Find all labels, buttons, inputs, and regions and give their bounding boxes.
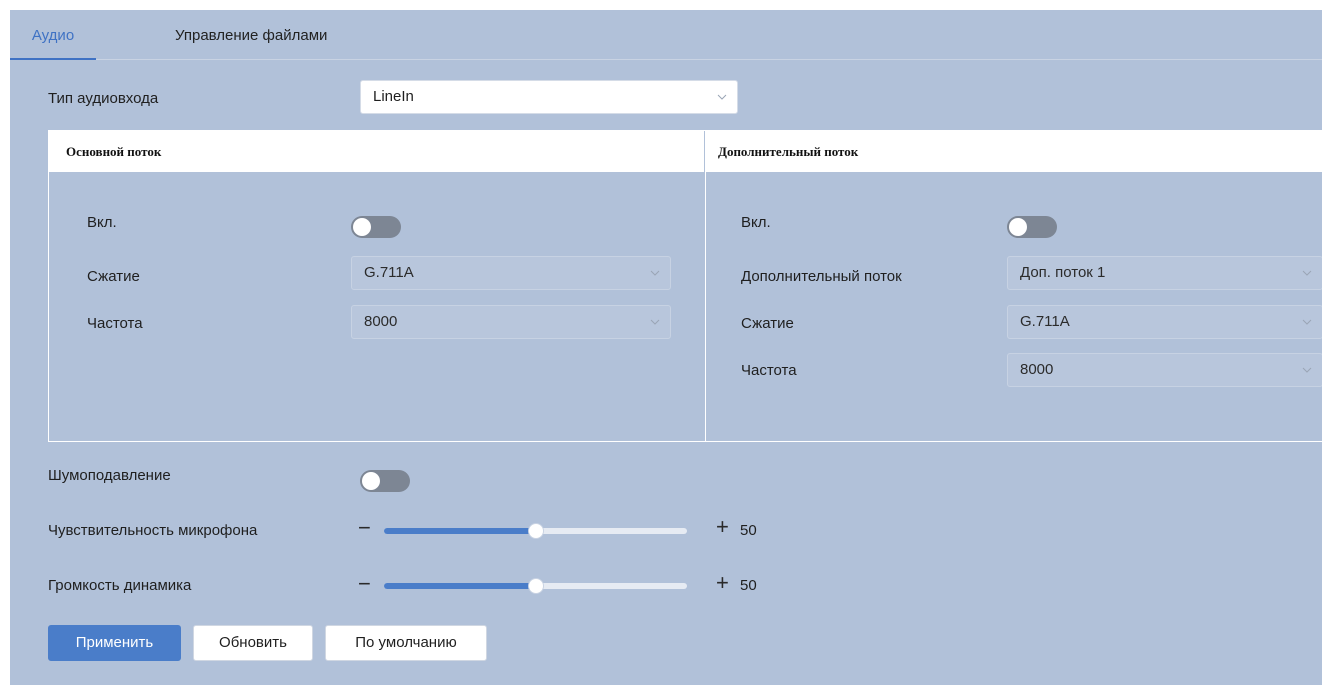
main-stream-enable-toggle[interactable]	[351, 216, 401, 238]
mic-sensitivity-label: Чувствительность микрофона	[48, 522, 258, 539]
speaker-volume-increase[interactable]: +	[716, 572, 729, 594]
speaker-volume-slider[interactable]	[384, 578, 687, 594]
audio-input-type-select[interactable]: LineIn	[360, 80, 738, 114]
main-stream-compression-label: Сжатие	[87, 268, 140, 285]
main-stream-compression-select[interactable]: G.711A	[351, 256, 671, 290]
toggle-knob	[362, 472, 380, 490]
sub-stream-frequency-select[interactable]: 8000	[1007, 353, 1322, 387]
sub-stream-header: Дополнительный поток	[705, 131, 1322, 172]
mic-sensitivity-increase[interactable]: +	[716, 516, 729, 538]
mic-sensitivity-decrease[interactable]: −	[358, 517, 371, 539]
apply-button[interactable]: Применить	[48, 625, 181, 661]
sub-stream-enable-toggle[interactable]	[1007, 216, 1057, 238]
main-stream-frequency-value: 8000	[364, 313, 398, 330]
chevron-down-icon	[717, 92, 727, 102]
slider-fill	[384, 528, 536, 534]
main-stream-frequency-label: Частота	[87, 315, 143, 332]
slider-thumb[interactable]	[527, 578, 544, 594]
sub-stream-compression-label: Сжатие	[741, 315, 794, 332]
audio-input-type-label: Тип аудиовхода	[48, 90, 159, 107]
sub-stream-frequency-label: Частота	[741, 362, 797, 379]
main-stream-header: Основной поток	[49, 131, 704, 172]
streams-panel: Основной поток Дополнительный поток Вкл.…	[48, 130, 1322, 442]
toggle-knob	[1009, 218, 1027, 236]
chevron-down-icon	[1302, 317, 1312, 327]
panel-divider	[705, 131, 706, 441]
audio-input-type-value: LineIn	[373, 88, 414, 105]
refresh-button[interactable]: Обновить	[193, 625, 313, 661]
noise-reduction-toggle[interactable]	[360, 470, 410, 492]
audio-settings-page: Аудио Управление файлами Тип аудиовхода …	[10, 10, 1322, 685]
tab-bar: Аудио Управление файлами	[10, 10, 1322, 60]
speaker-volume-decrease[interactable]: −	[358, 573, 371, 595]
sub-stream-compression-value: G.711A	[1020, 313, 1070, 330]
tab-audio[interactable]: Аудио	[10, 10, 96, 60]
main-stream-frequency-select[interactable]: 8000	[351, 305, 671, 339]
slider-fill	[384, 583, 536, 589]
main-stream-enable-label: Вкл.	[87, 214, 117, 231]
toggle-knob	[353, 218, 371, 236]
slider-thumb[interactable]	[527, 523, 544, 539]
sub-stream-enable-label: Вкл.	[741, 214, 771, 231]
speaker-volume-value: 50	[740, 577, 757, 594]
chevron-down-icon	[1302, 268, 1312, 278]
default-button[interactable]: По умолчанию	[325, 625, 487, 661]
chevron-down-icon	[1302, 365, 1312, 375]
noise-reduction-label: Шумоподавление	[48, 467, 171, 484]
chevron-down-icon	[650, 317, 660, 327]
tab-file-management[interactable]: Управление файлами	[175, 10, 327, 60]
sub-stream-select-label: Дополнительный поток	[741, 268, 902, 285]
mic-sensitivity-value: 50	[740, 522, 757, 539]
sub-stream-compression-select[interactable]: G.711A	[1007, 305, 1322, 339]
chevron-down-icon	[650, 268, 660, 278]
sub-stream-frequency-value: 8000	[1020, 361, 1054, 378]
sub-stream-value: Доп. поток 1	[1020, 264, 1106, 281]
sub-stream-select[interactable]: Доп. поток 1	[1007, 256, 1322, 290]
speaker-volume-label: Громкость динамика	[48, 577, 192, 594]
main-stream-compression-value: G.711A	[364, 264, 414, 281]
mic-sensitivity-slider[interactable]	[384, 523, 687, 539]
